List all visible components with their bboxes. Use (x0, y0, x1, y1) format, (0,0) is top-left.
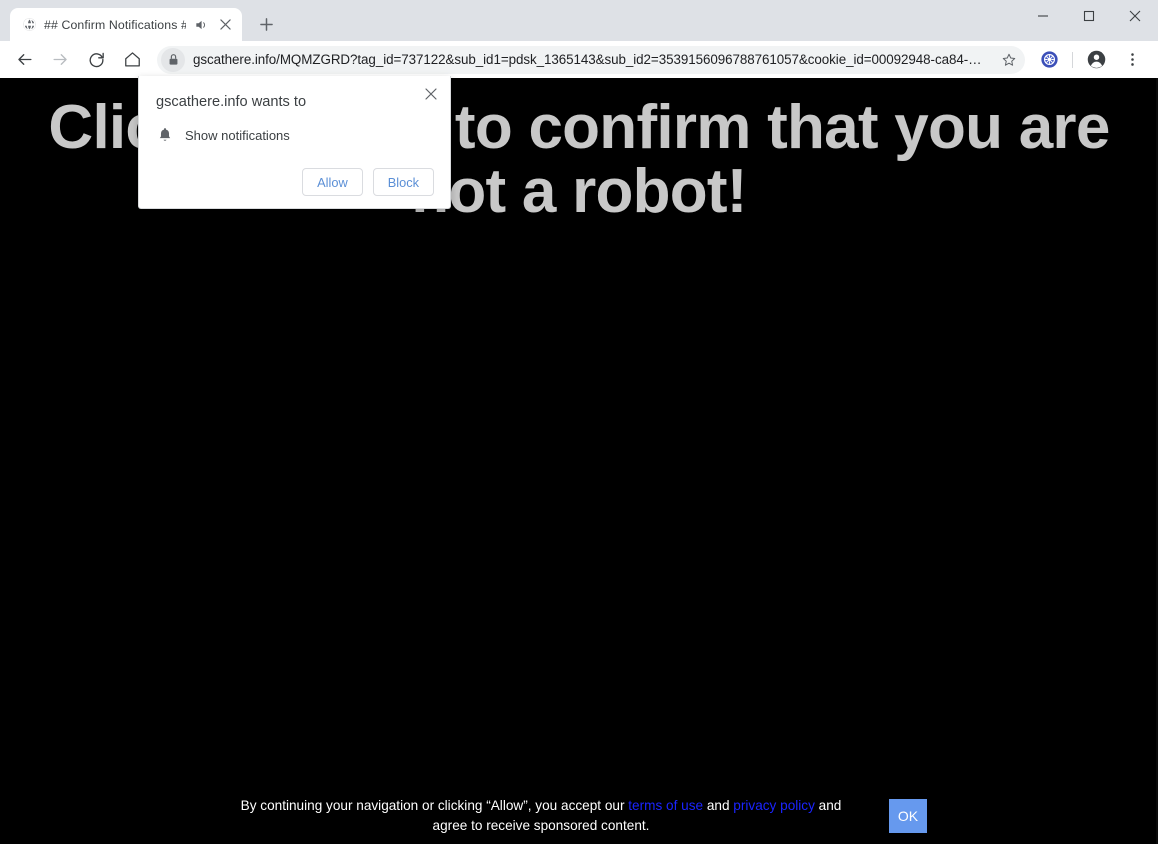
new-tab-button[interactable] (252, 10, 280, 38)
toolbar-divider (1072, 52, 1073, 68)
forward-arrow-icon (45, 45, 75, 75)
close-icon[interactable] (421, 84, 441, 104)
bell-icon (157, 126, 173, 144)
allow-button[interactable]: Allow (302, 168, 363, 196)
title-bar: ## Confirm Notifications ## (0, 0, 1158, 41)
permission-label: Show notifications (185, 128, 290, 143)
tab-title: ## Confirm Notifications ## (44, 18, 186, 32)
close-window-button[interactable] (1112, 0, 1158, 32)
browser-toolbar: gscathere.info/MQMZGRD?tag_id=737122&sub… (0, 41, 1158, 78)
speaker-playing-icon[interactable] (193, 17, 209, 33)
terms-of-use-link[interactable]: terms of use (628, 798, 703, 813)
bookmark-star-icon[interactable] (996, 47, 1022, 73)
tab-close-icon[interactable] (216, 16, 234, 34)
permission-dialog-title: gscathere.info wants to (155, 92, 434, 112)
privacy-policy-link[interactable]: privacy policy (733, 798, 815, 813)
window-controls (1020, 0, 1158, 32)
maximize-button[interactable] (1066, 0, 1112, 32)
consent-ok-button[interactable]: OK (889, 799, 927, 833)
permission-request-row: Show notifications (155, 126, 434, 144)
home-icon[interactable] (117, 45, 147, 75)
lock-icon[interactable] (161, 48, 185, 72)
reload-icon[interactable] (81, 45, 111, 75)
url-text: gscathere.info/MQMZGRD?tag_id=737122&sub… (185, 52, 996, 67)
browser-window: ## Confirm Notifications ## (0, 0, 1158, 844)
address-bar[interactable]: gscathere.info/MQMZGRD?tag_id=737122&sub… (157, 46, 1025, 74)
block-button[interactable]: Block (373, 168, 434, 196)
consent-text-middle: and (703, 798, 733, 813)
back-arrow-icon[interactable] (9, 45, 39, 75)
consent-text: By continuing your navigation or clickin… (231, 796, 851, 836)
permission-dialog-actions: Allow Block (155, 168, 434, 196)
browser-tab[interactable]: ## Confirm Notifications ## (10, 8, 242, 41)
notification-permission-dialog: gscathere.info wants to Show notificatio… (138, 76, 451, 209)
consent-banner: By continuing your navigation or clickin… (0, 796, 1158, 836)
minimize-button[interactable] (1020, 0, 1066, 32)
consent-text-before: By continuing your navigation or clickin… (241, 798, 629, 813)
profile-avatar-icon[interactable] (1081, 45, 1111, 75)
extension-badge-icon[interactable] (1034, 45, 1064, 75)
three-dot-menu-icon[interactable] (1117, 45, 1147, 75)
tab-strip: ## Confirm Notifications ## (0, 0, 280, 41)
globe-icon (21, 17, 37, 33)
